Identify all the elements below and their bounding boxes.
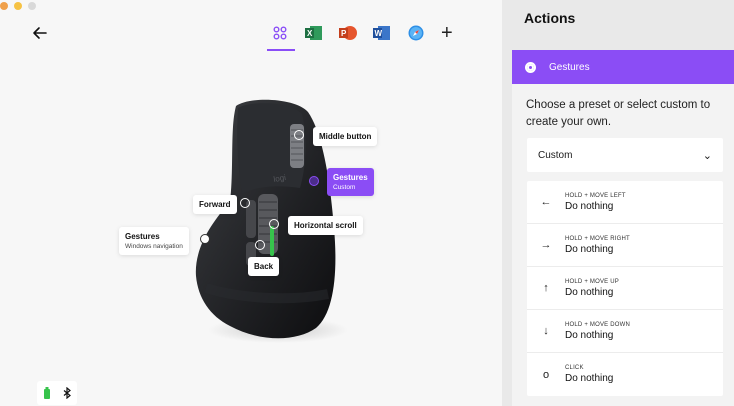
hotspot-middle-button[interactable] <box>294 130 304 140</box>
action-click[interactable]: o CLICK Do nothing <box>527 353 723 396</box>
gesture-actions-list: ← HOLD + MOVE LEFT Do nothing → HOLD + MO… <box>527 181 723 396</box>
description: Choose a preset or select custom to crea… <box>526 99 711 128</box>
arrow-up-icon: ↑ <box>543 282 549 294</box>
hotspot-gestures-windows[interactable] <box>200 234 210 244</box>
hotspot-forward[interactable] <box>240 198 250 208</box>
gestures-content: Choose a preset or select custom to crea… <box>512 84 734 406</box>
radio-selected-icon <box>525 61 536 73</box>
safari-icon[interactable] <box>403 20 429 46</box>
callout-gestures[interactable]: Gestures Custom <box>327 168 374 196</box>
arrow-down-icon: ↓ <box>543 325 549 337</box>
callout-gestures-windows[interactable]: Gestures Windows navigation <box>119 227 189 255</box>
arrow-left-icon: ← <box>540 196 552 208</box>
arrow-right-icon: → <box>540 239 552 251</box>
excel-icon[interactable]: X <box>301 20 327 46</box>
svg-text:X: X <box>307 29 313 38</box>
window-minimize-dot[interactable] <box>14 2 22 10</box>
gestures-option[interactable]: Gestures <box>512 50 734 84</box>
callout-horizontal-scroll[interactable]: Horizontal scroll <box>288 216 363 235</box>
hotspot-horizontal-scroll[interactable] <box>269 219 279 229</box>
callout-back[interactable]: Back <box>248 257 280 276</box>
action-move-left[interactable]: ← HOLD + MOVE LEFT Do nothing <box>527 181 723 224</box>
preset-select[interactable]: Custom ⌄ <box>527 138 723 172</box>
click-circle-icon: o <box>542 368 550 381</box>
hotspot-gestures[interactable] <box>309 176 319 186</box>
all-apps-icon[interactable] <box>267 20 295 51</box>
svg-text:W: W <box>375 29 383 38</box>
chevron-down-icon: ⌄ <box>702 149 712 162</box>
panel-title: Actions <box>524 10 576 26</box>
hotspot-back[interactable] <box>255 240 265 250</box>
callout-forward[interactable]: Forward <box>193 195 237 214</box>
word-icon[interactable]: W <box>369 20 395 46</box>
window-zoom-dot[interactable] <box>28 2 36 10</box>
action-move-right[interactable]: → HOLD + MOVE RIGHT Do nothing <box>527 224 723 267</box>
actions-panel: Actions Gestures Choose a preset or sele… <box>502 0 734 406</box>
action-move-down[interactable]: ↓ HOLD + MOVE DOWN Do nothing <box>527 310 723 353</box>
window-close-dot[interactable] <box>0 2 8 10</box>
app-bar: X P W + <box>267 20 453 51</box>
svg-text:P: P <box>341 29 347 38</box>
action-move-up[interactable]: ↑ HOLD + MOVE UP Do nothing <box>527 267 723 310</box>
add-app-button[interactable]: + <box>441 22 453 45</box>
powerpoint-icon[interactable]: P <box>335 20 361 46</box>
callout-middle-button[interactable]: Middle button <box>313 127 378 146</box>
back-arrow-icon[interactable] <box>31 24 49 42</box>
bluetooth-icon <box>63 387 71 399</box>
device-status <box>37 381 77 405</box>
battery-icon <box>43 387 50 399</box>
